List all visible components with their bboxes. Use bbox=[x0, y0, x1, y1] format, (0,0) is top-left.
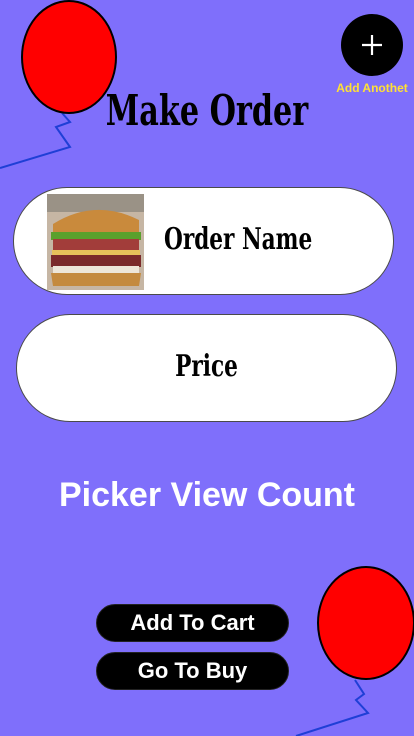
balloon-bottom-right-icon bbox=[295, 566, 414, 736]
balloon-top-left-icon bbox=[0, 0, 117, 169]
add-another-button[interactable] bbox=[341, 14, 403, 76]
plus-icon bbox=[362, 35, 382, 55]
price-field[interactable]: Price bbox=[16, 314, 397, 422]
order-name-label: Order Name bbox=[164, 222, 313, 257]
add-to-cart-button[interactable]: Add To Cart bbox=[96, 604, 289, 642]
order-name-field[interactable]: Order Name bbox=[13, 187, 394, 295]
go-to-buy-button[interactable]: Go To Buy bbox=[96, 652, 289, 690]
price-label: Price bbox=[175, 349, 238, 384]
page-title: Make Order bbox=[105, 86, 309, 135]
sandwich-image bbox=[47, 194, 144, 290]
picker-view-count[interactable]: Picker View Count bbox=[0, 476, 414, 515]
